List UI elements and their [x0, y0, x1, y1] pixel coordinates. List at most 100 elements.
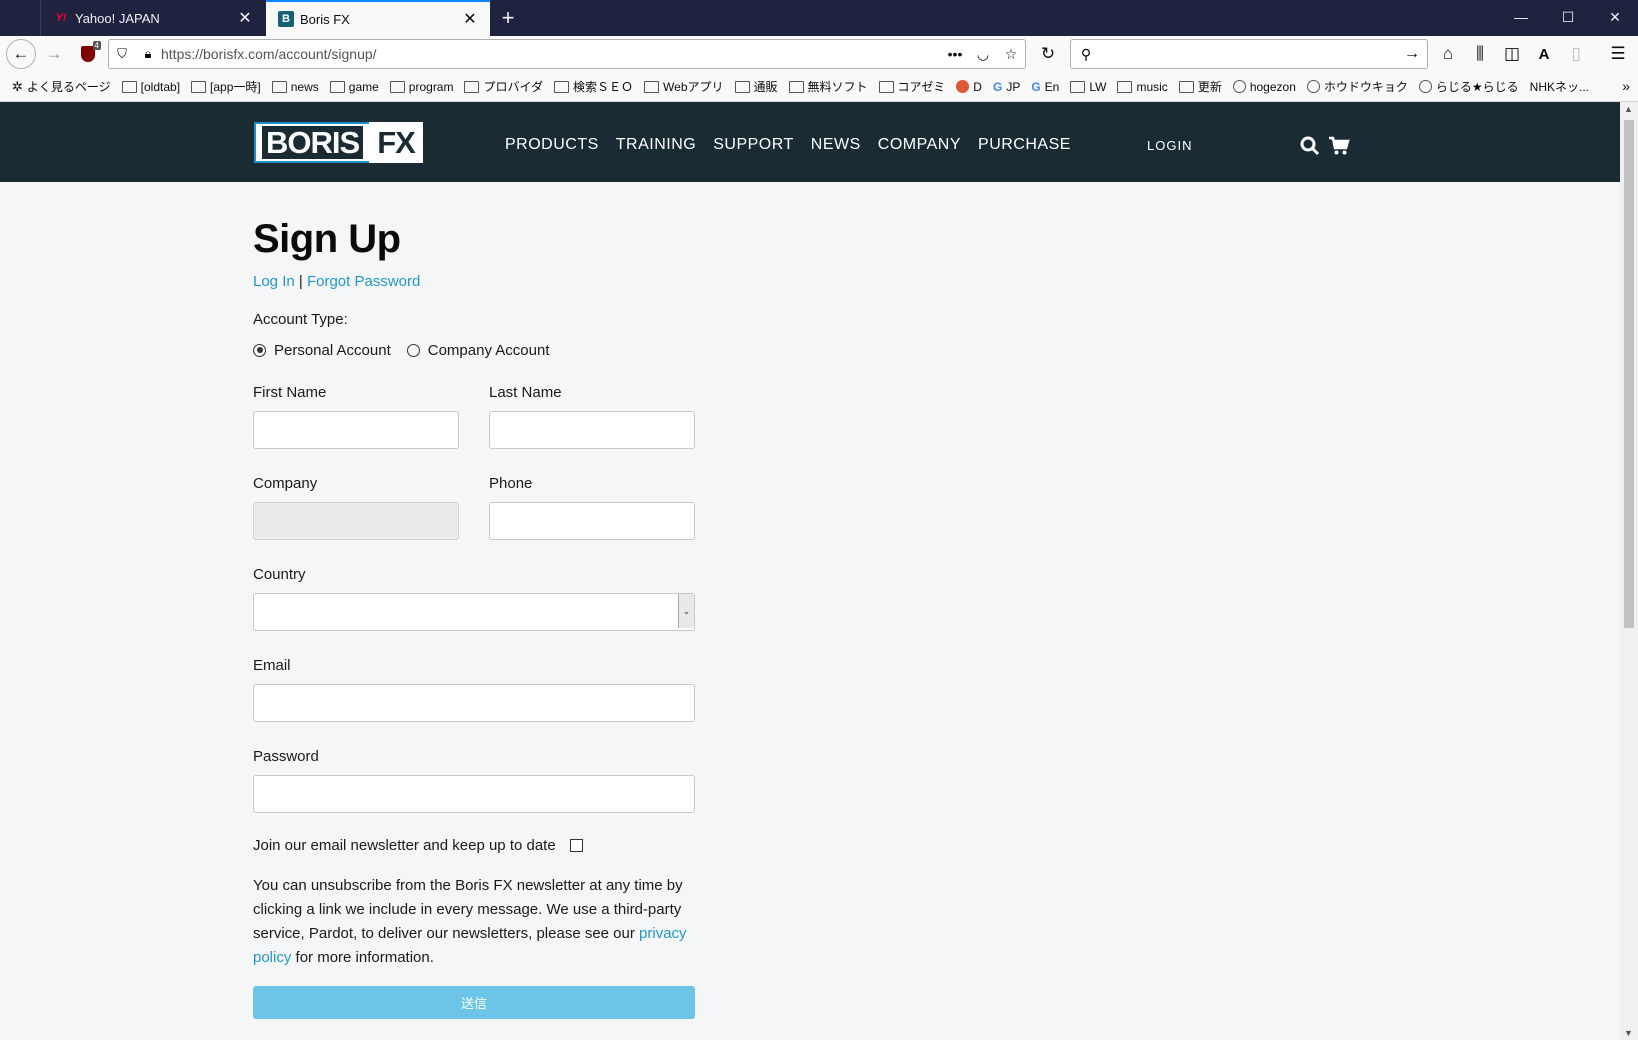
browser-window: Y! Yahoo! JAPAN ✕ B Boris FX ✕ + — ☐ ✕ ←… — [0, 0, 1638, 1040]
url-input[interactable] — [161, 41, 941, 67]
bookmark-star-icon[interactable]: ☆ — [997, 46, 1025, 63]
bookmark-item[interactable]: ホウドウキョク — [1306, 78, 1408, 95]
bookmark-folder[interactable]: 検索ＳＥＯ — [554, 78, 633, 95]
newsletter-label[interactable]: Join our email newsletter and keep up to… — [253, 837, 556, 854]
bookmark-folder[interactable]: [app一時] — [191, 78, 261, 95]
bookmark-item[interactable]: hogezon — [1232, 80, 1296, 94]
first-name-field[interactable] — [253, 411, 459, 449]
ublock-extension-button[interactable]: 4 — [74, 40, 102, 68]
email-group: Email — [253, 657, 695, 722]
bookmark-label: music — [1136, 79, 1168, 94]
bookmark-folder[interactable]: [oldtab] — [121, 80, 180, 94]
home-icon[interactable]: ⌂ — [1434, 40, 1462, 68]
first-name-label: First Name — [253, 384, 327, 401]
reload-button[interactable]: ↻ — [1034, 40, 1062, 68]
scroll-up-icon[interactable]: ▲ — [1624, 104, 1633, 114]
address-bar[interactable]: ⛉ 🔒︎ ••• ◡ ☆ — [108, 39, 1026, 69]
library-icon[interactable]: ⫼ — [1466, 40, 1494, 68]
maximize-icon[interactable]: ☐ — [1545, 0, 1591, 34]
personal-account-label[interactable]: Personal Account — [274, 342, 391, 359]
password-group: Password — [253, 748, 695, 813]
bookmark-folder[interactable]: プロバイダ — [464, 78, 543, 95]
bookmark-folder[interactable]: 更新 — [1178, 78, 1222, 95]
bookmark-folder[interactable]: コアゼミ — [878, 78, 945, 95]
search-icon[interactable] — [1300, 136, 1320, 161]
borisfx-favicon-icon: B — [278, 11, 294, 27]
country-select[interactable]: ⌄ — [253, 593, 695, 631]
bookmark-item[interactable]: NHKネッ... — [1530, 78, 1589, 95]
search-go-icon[interactable]: → — [1397, 45, 1427, 63]
company-field — [253, 502, 459, 540]
newsletter-checkbox[interactable] — [569, 839, 583, 852]
tab-boris-fx[interactable]: B Boris FX ✕ — [266, 0, 490, 36]
pocket-icon[interactable]: ◡ — [969, 46, 997, 63]
bookmark-folder[interactable]: game — [329, 80, 379, 94]
password-field[interactable] — [253, 775, 695, 813]
new-tab-button[interactable]: + — [494, 4, 522, 32]
close-icon[interactable]: ✕ — [460, 9, 480, 29]
bookmark-item[interactable]: G JP — [993, 80, 1020, 94]
nav-news[interactable]: NEWS — [811, 136, 861, 154]
minimize-icon[interactable]: — — [1498, 0, 1544, 34]
auth-links: Log In | Forgot Password — [253, 273, 695, 297]
scrollbar[interactable]: ▲ ▼ — [1620, 102, 1638, 1040]
tracking-protection-icon[interactable]: ⛉ — [109, 46, 135, 62]
search-bar[interactable]: ⚲ → — [1070, 39, 1428, 69]
bookmark-item[interactable]: ✲ よく見るページ — [12, 78, 111, 95]
cart-icon[interactable] — [1328, 136, 1350, 161]
bookmark-folder[interactable]: 無料ソフト — [788, 78, 868, 95]
chevron-down-icon[interactable]: ⌄ — [678, 594, 694, 628]
yahoo-favicon-icon: Y! — [55, 12, 67, 24]
name-row: First Name Last Name — [253, 384, 695, 449]
nav-products[interactable]: PRODUCTS — [505, 136, 599, 154]
email-field[interactable] — [253, 684, 695, 722]
bookmark-folder[interactable]: 通販 — [734, 78, 778, 95]
close-icon[interactable]: ✕ — [235, 8, 255, 28]
forward-button[interactable]: → — [40, 40, 68, 68]
login-link[interactable]: LOGIN — [1147, 138, 1192, 153]
bookmark-folder[interactable]: Webアプリ — [644, 78, 724, 95]
account-type-group: Personal Account Company Account — [253, 340, 695, 360]
scroll-down-icon[interactable]: ▼ — [1624, 1028, 1633, 1038]
bookmark-item[interactable]: らじる★らじる — [1418, 78, 1519, 95]
menu-icon[interactable]: ☰ — [1604, 40, 1632, 68]
bookmark-folder[interactable]: music — [1117, 79, 1168, 94]
page-actions-icon[interactable]: ••• — [941, 46, 969, 62]
extension-icon[interactable]: ▯ — [1562, 40, 1590, 68]
bookmark-folder[interactable]: news — [271, 79, 319, 94]
last-name-field[interactable] — [489, 411, 695, 449]
nav-support[interactable]: SUPPORT — [713, 136, 794, 154]
font-extension-icon[interactable]: A — [1530, 40, 1558, 68]
sidebar-icon[interactable]: ◫ — [1498, 40, 1526, 68]
bookmark-label: [app一時] — [210, 80, 261, 94]
bookmark-folder[interactable]: LW — [1070, 80, 1106, 94]
forgot-password-link[interactable]: Forgot Password — [307, 273, 420, 290]
personal-account-radio[interactable] — [253, 343, 266, 357]
tab-yahoo-japan[interactable]: Y! Yahoo! JAPAN ✕ — [40, 0, 265, 36]
phone-field[interactable] — [489, 502, 695, 540]
company-account-label[interactable]: Company Account — [428, 342, 550, 359]
bookmark-label: news — [290, 79, 319, 94]
window-close-icon[interactable]: ✕ — [1592, 0, 1638, 34]
back-button[interactable]: ← — [6, 39, 36, 69]
chevron-right-icon[interactable]: » — [1622, 78, 1630, 94]
bookmark-item[interactable]: D — [956, 80, 982, 94]
nav-training[interactable]: TRAINING — [616, 136, 696, 154]
bookmark-label: program — [408, 79, 454, 94]
submit-button[interactable]: 送信 — [253, 986, 695, 1019]
company-account-radio[interactable] — [406, 343, 420, 357]
login-link[interactable]: Log In — [253, 273, 295, 290]
tab-title: Boris FX — [300, 11, 350, 27]
password-label: Password — [253, 748, 319, 765]
bookmark-folder[interactable]: program — [389, 79, 454, 94]
country-value[interactable] — [253, 593, 695, 631]
first-name-group: First Name — [253, 384, 459, 449]
lock-icon[interactable]: 🔒︎ — [135, 46, 161, 62]
nav-company[interactable]: COMPANY — [878, 136, 961, 154]
nav-purchase[interactable]: PURCHASE — [978, 136, 1071, 154]
borisfx-logo[interactable]: BORIS FX — [254, 122, 423, 163]
phone-label: Phone — [489, 475, 533, 492]
bookmark-item[interactable]: G En — [1031, 80, 1059, 94]
scrollbar-thumb[interactable] — [1624, 120, 1634, 628]
search-input[interactable] — [1101, 41, 1397, 67]
